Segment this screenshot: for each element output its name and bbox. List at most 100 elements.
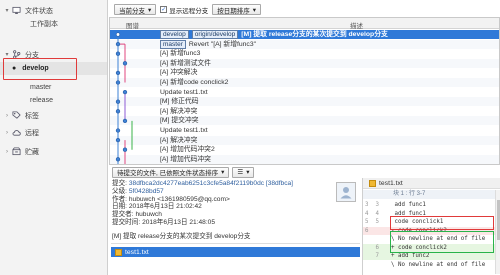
commit-node[interactable] — [122, 89, 128, 95]
commit-node[interactable] — [115, 137, 121, 143]
commit-row[interactable]: Update test1.txt — [110, 88, 499, 97]
sidebar-item-stashes[interactable]: › 贮藏 — [4, 145, 39, 158]
list-icon: ☰ — [237, 169, 244, 176]
chevron-down-icon: ▾ — [5, 8, 9, 14]
commit-message: [A] 新增测试文件 — [160, 59, 211, 68]
commit-node[interactable] — [122, 61, 128, 66]
diff-line-number: 5 5 — [365, 219, 379, 225]
detail-commit: 提交: 38dfbca2dc4277eab6251c3cfe5a84f2119b… — [112, 180, 294, 187]
chevron-down-icon: ▾ — [221, 169, 225, 176]
commit-message: [A] 冲突解决 — [160, 68, 197, 77]
branch-tag[interactable]: develop — [160, 30, 189, 39]
cloud-icon — [12, 128, 21, 137]
commit-message: Update test1.txt — [160, 126, 208, 135]
commit-node[interactable] — [115, 128, 121, 133]
commit-message-text: [A] 解决冲突 — [160, 107, 198, 115]
column-header-description[interactable]: 描述 — [350, 20, 363, 30]
detail-message: [M] 提取 release分支的某次提交到 develop分支 — [112, 232, 251, 240]
stash-icon — [12, 147, 21, 156]
commit-node[interactable] — [115, 41, 121, 47]
branch-tag[interactable]: master — [160, 39, 186, 49]
commit-message: [A] 解决冲突 — [160, 136, 197, 145]
commit-row[interactable]: [A] 新增测试文件 — [110, 58, 499, 68]
commit-node[interactable] — [115, 32, 121, 37]
commit-row[interactable]: [A] 解决冲突 — [110, 135, 499, 145]
commit-row[interactable]: [A] 新增code conclick2 — [110, 78, 499, 87]
commit-row[interactable]: [A] 冲突解决 — [110, 68, 499, 77]
detail-parent: 父级: 5f0428bd57 — [112, 187, 164, 195]
commit-node[interactable] — [122, 118, 128, 124]
diff-line-text: + add func2 — [391, 253, 430, 259]
commit-message-text: Revert "[A] 新增func3" — [188, 40, 257, 48]
commit-row[interactable]: [A] 增加代码冲突 — [110, 154, 499, 164]
commit-message-text: [A] 新增code conclick2 — [160, 79, 229, 86]
sidebar-item-remotes[interactable]: › 远程 — [4, 126, 39, 139]
chevron-right-icon: › — [6, 112, 8, 119]
avatar — [336, 182, 356, 202]
diff-line-number: 4 4 — [365, 210, 379, 217]
annotation-box-develop — [3, 58, 77, 80]
diff-line-ctx: \ No newline at end of file — [363, 261, 500, 269]
checkbox-checked-icon: ✓ — [160, 6, 168, 13]
file-row-selected[interactable]: test1.txt — [111, 247, 360, 257]
chevron-right-icon: › — [6, 148, 8, 155]
commit-row[interactable]: [M] 提交冲突 — [110, 116, 499, 126]
diff-scrollbar[interactable] — [495, 190, 500, 274]
commit-message: develop origin/develop [M] 提取 release分支的某次… — [160, 30, 388, 39]
diff-line-add: 7 + add func2 — [363, 252, 500, 260]
diff-header: test1.txt — [363, 178, 500, 189]
chevron-down-icon: ▾ — [252, 6, 257, 14]
commit-message-text: [A] 新增func3 — [160, 50, 201, 58]
diff-pane: test1.txt 块 1 : 行 3-7 3 3 add func1 4 4 a… — [362, 178, 500, 275]
file-list-toolbar: 待提交的文件, 已依照文件状态排序 ▾ ☰ ▾ — [109, 166, 359, 178]
modified-file-icon — [115, 248, 122, 256]
sidebar-item-tags[interactable]: › 标签 — [4, 109, 39, 122]
detail-commit-time: 提交时间: 2018年6月13日 21:48:05 — [112, 218, 216, 226]
commit-message-text: [A] 冲突解决 — [160, 69, 198, 77]
sidebar-item-working-copy[interactable]: 工作副本 — [30, 17, 58, 30]
show-remote-branches-checkbox[interactable]: ✓ 显示远程分支 — [160, 5, 208, 15]
commit-message-text: [M] 提交冲突 — [160, 117, 199, 125]
commit-row[interactable]: Update test1.txt — [110, 126, 499, 135]
commit-row[interactable]: [A] 增加代码冲突2 — [110, 145, 499, 154]
commit-message: [A] 新增code conclick2 — [160, 78, 228, 87]
commit-message: [A] 增加代码冲突 — [160, 155, 211, 164]
commit-message-text: [A] 新增测试文件 — [160, 59, 211, 67]
commit-details: 提交: 38dfbca2dc4277eab6251c3cfe5a84f2119b… — [112, 180, 360, 240]
commit-list-header: 图谱 描述 — [110, 18, 499, 30]
branch-tag[interactable]: origin/develop — [191, 30, 239, 39]
commit-message: [A] 解决冲突 — [160, 107, 197, 116]
modified-file-icon — [369, 179, 376, 187]
sidebar-item-master[interactable]: master — [30, 81, 51, 94]
commit-message: master Revert "[A] 新增func3" — [160, 39, 257, 49]
sidebar-item-release[interactable]: release — [30, 94, 53, 107]
commit-node[interactable] — [115, 70, 121, 76]
list-view-dropdown[interactable]: ☰ ▾ — [232, 166, 255, 178]
commit-row[interactable]: master Revert "[A] 新增func3" — [110, 39, 499, 49]
commit-node[interactable] — [115, 109, 121, 114]
commit-message: [M] 提交冲突 — [160, 116, 199, 125]
commit-row[interactable]: [A] 解决冲突 — [110, 107, 499, 116]
commit-node[interactable] — [115, 99, 121, 104]
commit-row[interactable]: [M] 修正代码 — [110, 97, 499, 107]
chevron-down-icon: ▾ — [148, 6, 152, 14]
chevron-right-icon: › — [6, 129, 8, 136]
commit-node[interactable] — [115, 157, 121, 162]
tag-icon — [12, 111, 21, 120]
commit-row[interactable]: [A] 新增func3 — [110, 49, 499, 58]
commit-message-text: [M] 修正代码 — [160, 98, 199, 106]
commit-row[interactable]: develop origin/develop [M] 提取 release分支的某次… — [110, 30, 499, 39]
file-sort-dropdown[interactable]: 待提交的文件, 已依照文件状态排序 ▾ — [112, 166, 230, 178]
commit-node[interactable] — [115, 80, 121, 85]
commit-node[interactable] — [115, 51, 121, 56]
commit-message-text: [M] 提取 release分支的某次提交到 develop分支 — [241, 31, 388, 38]
commit-node[interactable] — [122, 147, 128, 152]
diff-line-number: 7 — [365, 253, 379, 259]
sidebar-item-file-status[interactable]: ▾ 文件状态 — [4, 4, 53, 17]
sort-order-dropdown[interactable]: 按日期排序 ▾ — [212, 4, 262, 15]
branch-filter-dropdown[interactable]: 当前分支 ▾ — [114, 4, 157, 15]
diff-line-number: 6 — [365, 227, 369, 234]
user-icon — [340, 187, 352, 199]
diff-line-number: 3 3 — [365, 202, 379, 208]
commit-message-text: Update test1.txt — [160, 127, 208, 134]
